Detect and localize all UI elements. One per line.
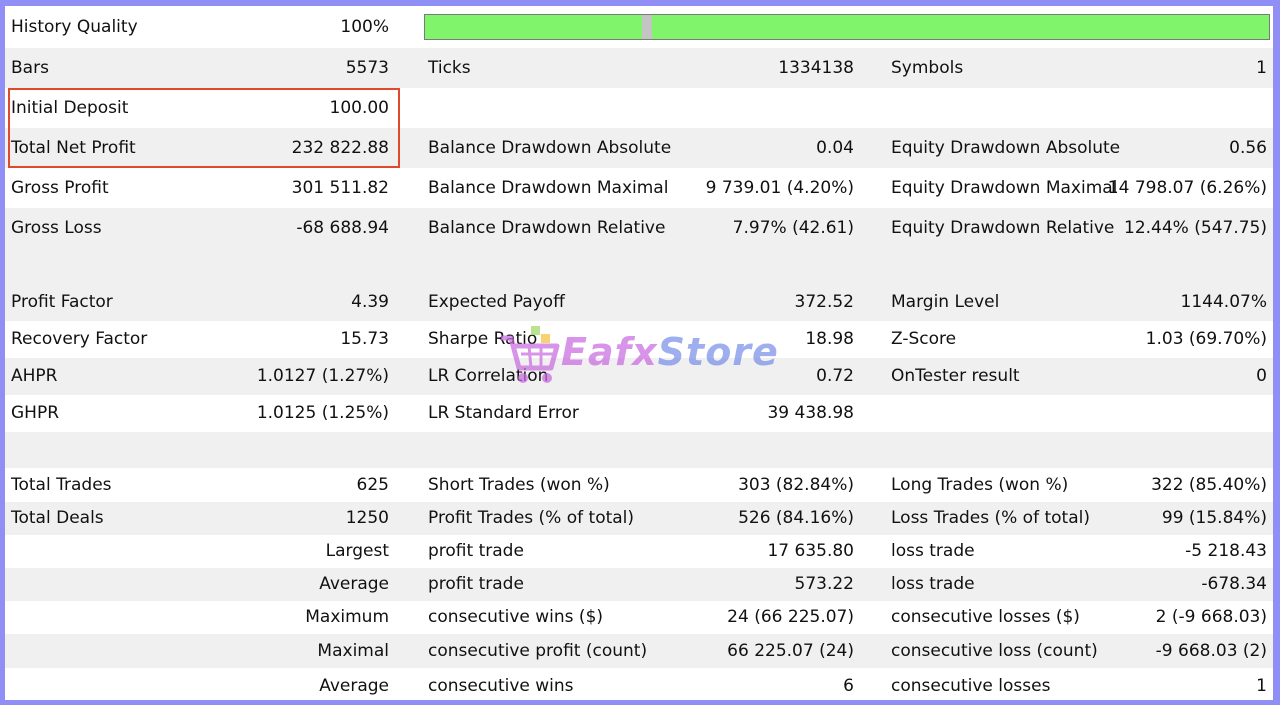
section-separator <box>5 432 1273 468</box>
stat-row: Largest profit trade 17 635.80 loss trade -5… <box>5 535 1273 568</box>
stat-row: Gross Profit 301 511.82 Balance Drawdown M… <box>5 168 1273 208</box>
stat-row: Total Net Profit 232 822.88 Balance Drawdo… <box>5 128 1273 168</box>
stat-row: Average consecutive wins 6 consecutive loss… <box>5 668 1273 700</box>
section-separator <box>5 248 1273 284</box>
stat-row: AHPR 1.0127 (1.27%) LR Correlation 0.72 OnTe… <box>5 358 1273 395</box>
history-quality-bar-gap <box>642 15 652 39</box>
tester-report-panel: History Quality 100% Bars 5573 Ticks 133413… <box>5 6 1273 700</box>
stat-value-col1: 5573 <box>345 58 389 78</box>
stat-value-col2: 18.98 <box>805 329 854 349</box>
stat-row: Profit Factor 4.39 Expected Payoff 372.52 Ma… <box>5 284 1273 321</box>
stat-value-col3: -9 668.03 (2) <box>1155 641 1267 661</box>
stat-value-col3: 1 <box>1256 676 1267 696</box>
stat-value-col2: 9 739.01 (4.20%) <box>705 178 854 198</box>
stat-value-col2: 526 (84.16%) <box>738 508 854 528</box>
stat-value-col2: 66 225.07 (24) <box>727 641 854 661</box>
stat-value-col3: 1 <box>1256 58 1267 78</box>
stat-row: Maximum consecutive wins ($) 24 (66 225.07… <box>5 601 1273 634</box>
stat-value-col1: 1.0127 (1.27%) <box>256 366 389 386</box>
stat-value-col1: 232 822.88 <box>291 138 389 158</box>
stat-value-col3: 12.44% (547.75) <box>1124 218 1267 238</box>
stat-value-col3: 322 (85.40%) <box>1151 475 1267 495</box>
stat-value-col3: -5 218.43 <box>1185 541 1267 561</box>
stat-value-col2: 0.04 <box>816 138 854 158</box>
stat-row: Total Deals 1250 Profit Trades (% of total… <box>5 502 1273 535</box>
stat-value-col3: 1.03 (69.70%) <box>1145 329 1267 349</box>
stat-value-col2: 0.72 <box>816 366 854 386</box>
stat-value-col3: 14 798.07 (6.26%) <box>1107 178 1267 198</box>
history-quality-row: History Quality 100% <box>5 6 1273 48</box>
stat-value-col2: 7.97% (42.61) <box>732 218 854 238</box>
stat-value-col3: 0 <box>1256 366 1267 386</box>
stat-value-col1: Maximum <box>305 607 389 627</box>
stat-value-col3: 99 (15.84%) <box>1161 508 1267 528</box>
stat-value-col1: 100.00 <box>329 98 389 118</box>
stat-row: Recovery Factor 15.73 Sharpe Ratio 18.98 Z-S… <box>5 321 1273 358</box>
stat-value-col3: 1144.07% <box>1180 292 1267 312</box>
stat-value-col1: -68 688.94 <box>296 218 389 238</box>
stat-value-col2: 372.52 <box>794 292 854 312</box>
stat-value-col2: 303 (82.84%) <box>738 475 854 495</box>
stat-value-col1: 1250 <box>345 508 389 528</box>
stat-row: Maximal consecutive profit (count) 66 225.… <box>5 634 1273 668</box>
stat-value-col1: 4.39 <box>351 292 389 312</box>
stat-value-col1: Largest <box>325 541 389 561</box>
stat-value-col2: 6 <box>843 676 854 696</box>
stat-value-col2: 573.22 <box>794 574 854 594</box>
stat-row: Initial Deposit 100.00 <box>5 88 1273 128</box>
stat-value-col2: 24 (66 225.07) <box>727 607 854 627</box>
stat-value-col2: 17 635.80 <box>767 541 854 561</box>
stat-value-col2: 1334138 <box>778 58 854 78</box>
stat-value-col1: Maximal <box>317 641 389 661</box>
stat-value-col1: 301 511.82 <box>291 178 389 198</box>
stat-row: Average profit trade 573.22 loss trade -678.… <box>5 568 1273 601</box>
history-quality-value: 100% <box>340 17 389 37</box>
stat-row: Gross Loss -68 688.94 Balance Drawdown Rel… <box>5 208 1273 248</box>
stat-value-col1: 625 <box>356 475 389 495</box>
stat-value-col3: 0.56 <box>1229 138 1267 158</box>
stat-value-col1: Average <box>319 574 389 594</box>
stat-value-col3: 2 (-9 668.03) <box>1155 607 1267 627</box>
stat-row: Bars 5573 Ticks 1334138 Symbols 1 <box>5 48 1273 88</box>
stat-value-col3: -678.34 <box>1201 574 1267 594</box>
stat-row: Total Trades 625 Short Trades (won %) 303 (… <box>5 468 1273 502</box>
history-quality-bar <box>424 14 1270 40</box>
stat-value-col1: 1.0125 (1.25%) <box>256 403 389 423</box>
stat-row: GHPR 1.0125 (1.25%) LR Standard Error 39 43… <box>5 395 1273 432</box>
stat-value-col1: Average <box>319 676 389 696</box>
stat-value-col1: 15.73 <box>340 329 389 349</box>
stat-value-col2: 39 438.98 <box>767 403 854 423</box>
